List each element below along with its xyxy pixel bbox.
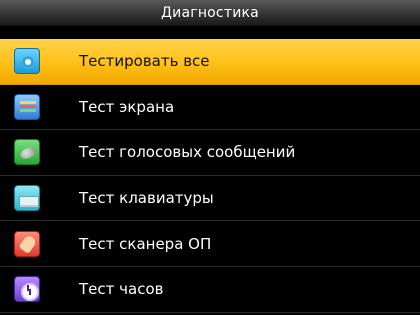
menu-item-label: Тест часов <box>79 280 164 299</box>
menu-item-label: Тест клавиатуры <box>79 189 214 208</box>
test-all-icon <box>14 48 40 75</box>
page-title: Диагностика <box>161 4 259 21</box>
menu-item-label: Тестировать все <box>79 52 210 71</box>
header-bar: Диагностика <box>0 0 420 26</box>
menu-item-label: Тест голосовых сообщений <box>79 143 296 162</box>
keyboard-test-icon <box>14 185 40 212</box>
menu-item-label: Тест экрана <box>79 97 175 116</box>
clock-test-icon <box>14 276 40 303</box>
menu-item-label: Тест сканера ОП <box>79 234 212 253</box>
fingerprint-scanner-icon <box>14 230 40 257</box>
menu-item-keyboard-test[interactable]: Тест клавиатуры <box>0 176 420 222</box>
menu-item-test-all[interactable]: Тестировать все <box>0 39 420 85</box>
menu-item-screen-test[interactable]: Тест экрана <box>0 85 420 131</box>
diagnostics-menu: Тестировать все Тест экрана Тест голосов… <box>0 39 420 313</box>
menu-item-voice-test[interactable]: Тест голосовых сообщений <box>0 130 420 176</box>
menu-item-clock-test[interactable]: Тест часов <box>0 267 420 313</box>
voice-test-icon <box>14 139 40 166</box>
menu-item-fingerprint-test[interactable]: Тест сканера ОП <box>0 221 420 267</box>
screen-test-icon <box>14 93 40 120</box>
diagnostics-screen: Диагностика Тестировать все Тест экрана … <box>0 0 420 315</box>
